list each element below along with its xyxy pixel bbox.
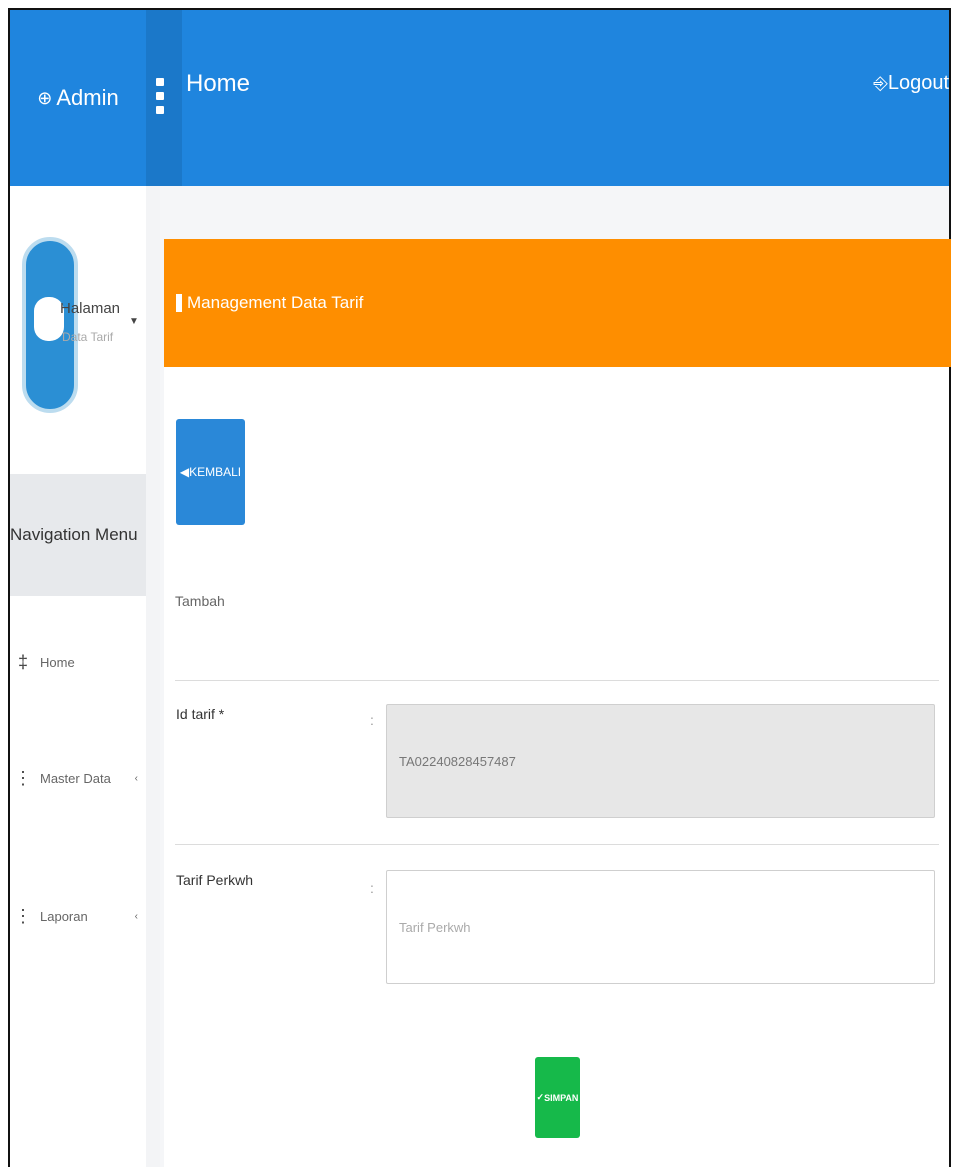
save-button[interactable]: ✓ SIMPAN (535, 1057, 580, 1138)
brand[interactable]: ⊕ Admin (10, 10, 146, 186)
home-icon: ‡ (17, 652, 28, 672)
section-label: Tambah (175, 593, 225, 609)
logout-icon: ⎆ (873, 73, 888, 93)
panel-title: Management Data Tarif (187, 293, 364, 312)
divider (175, 844, 939, 845)
panel-header: Management Data Tarif (164, 239, 951, 367)
back-button[interactable]: ◀ KEMBALI (176, 419, 245, 525)
nav-header: Navigation Menu (10, 474, 146, 596)
caret-down-icon[interactable]: ▼ (129, 316, 139, 327)
divider (175, 680, 939, 681)
field-colon: : (370, 712, 374, 728)
menu-toggle-icon[interactable] (156, 78, 166, 114)
tarif-perkwh-label: Tarif Perkwh (176, 872, 254, 888)
table-icon (176, 294, 182, 312)
avatar (22, 237, 78, 413)
sidebar-item-laporan[interactable]: ⋮ Laporan ‹ (14, 906, 138, 927)
report-icon: ⋮ (14, 906, 32, 926)
brand-label: Admin (56, 85, 119, 110)
user-name: Halaman (60, 300, 121, 317)
check-icon: ✓ (536, 1092, 545, 1102)
back-label: KEMBALI (189, 465, 242, 479)
list-icon: ⋮ (14, 768, 32, 788)
user-role: Data Tarif (62, 330, 114, 344)
logout-link[interactable]: ⎆Logout (873, 72, 949, 95)
id-tarif-input[interactable] (386, 704, 935, 818)
chevron-icon: ‹ (134, 773, 138, 784)
sidebar-gutter (146, 186, 160, 1167)
sidebar-item-label: Master Data (40, 771, 111, 786)
field-colon: : (370, 880, 374, 896)
id-tarif-label: Id tarif * (176, 706, 225, 722)
save-label: SIMPAN (544, 1092, 579, 1103)
logout-label: Logout (887, 72, 949, 94)
user-circle-icon: ⊕ (37, 87, 53, 108)
back-icon: ◀ (179, 465, 190, 479)
tarif-perkwh-input[interactable] (386, 870, 935, 984)
sidebar-item-master-data[interactable]: ⋮ Master Data ‹ (14, 768, 138, 789)
sidebar-item-label: Laporan (40, 909, 88, 924)
page-title: Home (186, 70, 251, 97)
sidebar-item-label: Home (40, 655, 75, 670)
sidebar-item-home[interactable]: ‡ Home (14, 652, 138, 673)
chevron-icon: ‹ (134, 911, 138, 922)
